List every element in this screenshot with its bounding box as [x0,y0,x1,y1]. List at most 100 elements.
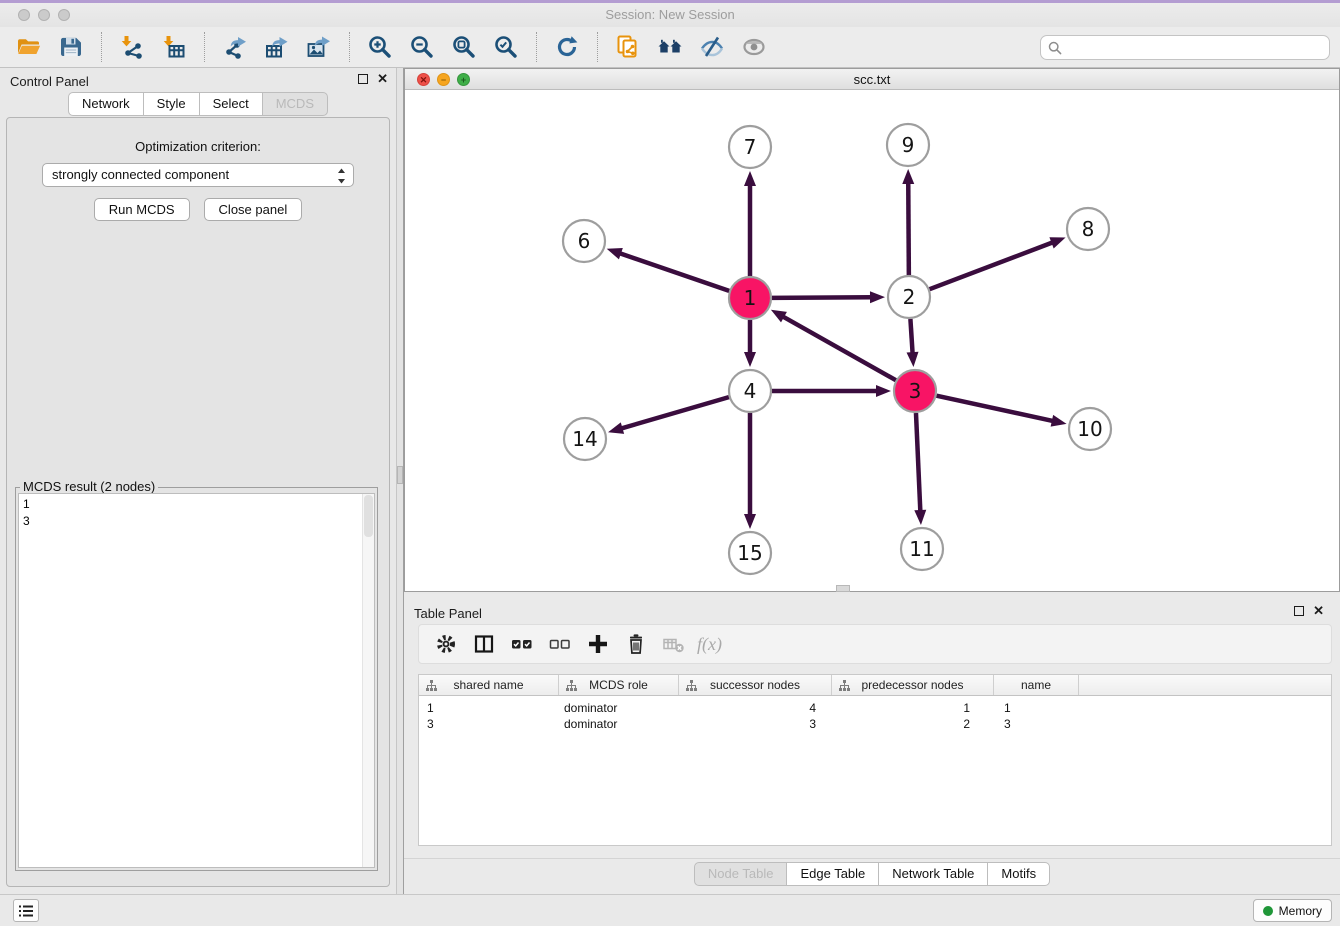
memory-button[interactable]: Memory [1253,899,1332,922]
network-view-window: ✕ − + scc.txt 7968124314101511 [404,68,1340,592]
tab-mcds[interactable]: MCDS [262,92,328,116]
toolbar-separator [101,32,102,62]
zoom-out-icon [408,33,436,61]
graph-edge-arrowhead [744,514,756,529]
graph-edge-4-14[interactable] [621,397,729,429]
result-scrollbar[interactable] [362,494,374,867]
first-neighbors-button[interactable] [654,31,686,63]
close-panel-button[interactable]: Close panel [204,198,303,221]
graph-edge-3-10[interactable] [936,396,1053,421]
import-table-button[interactable] [158,31,190,63]
table-cell: 3 [419,717,559,733]
column-header-name[interactable]: name [994,675,1079,695]
zoom-out-button[interactable] [406,31,438,63]
node-table: shared name MCDS role successor nodes pr… [418,674,1332,846]
control-panel-header: Control Panel ✕ [0,68,396,92]
horizontal-splitter-grip[interactable] [836,585,850,592]
graph-edge-3-11[interactable] [916,413,920,512]
task-history-button[interactable] [13,899,39,922]
graph-edge-2-3[interactable] [910,319,912,354]
network-canvas[interactable]: 7968124314101511 [405,90,1339,591]
zoom-selected-button[interactable] [490,31,522,63]
splitter-grip[interactable] [397,466,403,484]
vertical-splitter[interactable] [396,68,404,894]
graph-edge-arrowhead [607,248,623,259]
unselect-all-columns-button[interactable] [545,629,575,659]
delete-column-button[interactable] [659,629,689,659]
clone-network-button[interactable] [612,31,644,63]
network-window-titlebar[interactable]: ✕ − + scc.txt [405,69,1339,90]
close-table-panel-icon[interactable]: ✕ [1313,606,1324,616]
table-panel-title: Table Panel [414,606,482,621]
show-all-button[interactable] [738,31,770,63]
eye-icon [740,33,768,61]
column-label: shared name [453,678,523,692]
select-all-columns-button[interactable] [507,629,537,659]
zoom-fit-button[interactable] [448,31,480,63]
table-header-row: shared name MCDS role successor nodes pr… [419,675,1331,696]
graph-edge-1-6[interactable] [619,253,729,291]
float-table-panel-icon[interactable] [1294,606,1304,616]
close-panel-icon[interactable]: ✕ [377,74,388,84]
mcds-result-textarea[interactable]: 1 3 [18,493,375,868]
zoom-fit-icon [450,33,478,61]
tab-node-table[interactable]: Node Table [694,862,788,886]
two-houses-icon [656,33,684,61]
table-row[interactable]: 3dominator323 [419,717,1331,733]
tab-network[interactable]: Network [68,92,144,116]
graph-edge-3-1[interactable] [782,316,896,380]
criterion-select[interactable]: strongly connected component [42,163,354,187]
table-panel: Table Panel ✕ [404,594,1340,894]
open-file-button[interactable] [13,31,45,63]
float-panel-icon[interactable] [358,74,368,84]
control-panel: Control Panel ✕ Network Style Select MCD… [0,68,396,894]
table-settings-button[interactable] [431,629,461,659]
mcds-panel: Optimization criterion: strongly connect… [6,117,390,887]
export-image-button[interactable] [303,31,335,63]
delete-row-button[interactable] [621,629,651,659]
mcds-result-line: 1 [23,496,370,513]
table-row[interactable]: 1dominator411 [419,701,1331,717]
toolbar-separator [597,32,598,62]
run-mcds-button[interactable]: Run MCDS [94,198,190,221]
control-panel-title: Control Panel [10,74,89,89]
refresh-icon [553,33,581,61]
tab-select[interactable]: Select [199,92,263,116]
column-type-icon [686,680,697,692]
delete-column-icon [661,632,687,656]
column-header-mcds-role[interactable]: MCDS role [559,675,679,695]
graph-node-label: 3 [909,379,922,403]
search-input[interactable] [1067,38,1329,58]
graph-node-label: 14 [572,427,597,451]
save-session-button[interactable] [55,31,87,63]
save-icon [57,33,85,61]
show-columns-button[interactable] [469,629,499,659]
list-icon [17,903,35,919]
zoom-in-icon [366,33,394,61]
tab-edge-table[interactable]: Edge Table [786,862,879,886]
add-row-button[interactable] [583,629,613,659]
apply-layout-button[interactable] [551,31,583,63]
graph-edge-2-8[interactable] [930,242,1054,289]
tab-motifs[interactable]: Motifs [987,862,1050,886]
column-header-predecessor-nodes[interactable]: predecessor nodes [832,675,994,695]
export-network-button[interactable] [219,31,251,63]
hide-style-button[interactable] [696,31,728,63]
columns-icon [472,632,496,656]
open-folder-icon [15,33,43,61]
function-builder-button[interactable]: f(x) [697,629,722,659]
tab-network-table[interactable]: Network Table [878,862,988,886]
zoom-in-button[interactable] [364,31,396,63]
tab-style[interactable]: Style [143,92,200,116]
search-box[interactable] [1040,35,1330,60]
export-table-button[interactable] [261,31,293,63]
column-header-shared-name[interactable]: shared name [419,675,559,695]
graph-edge-2-9[interactable] [908,182,909,275]
import-network-button[interactable] [116,31,148,63]
graph-edge-1-2[interactable] [772,297,872,298]
column-header-successor-nodes[interactable]: successor nodes [679,675,832,695]
toolbar-separator [204,32,205,62]
toolbar-separator [536,32,537,62]
import-table-icon [160,33,188,61]
graph-edge-arrowhead [771,310,787,323]
